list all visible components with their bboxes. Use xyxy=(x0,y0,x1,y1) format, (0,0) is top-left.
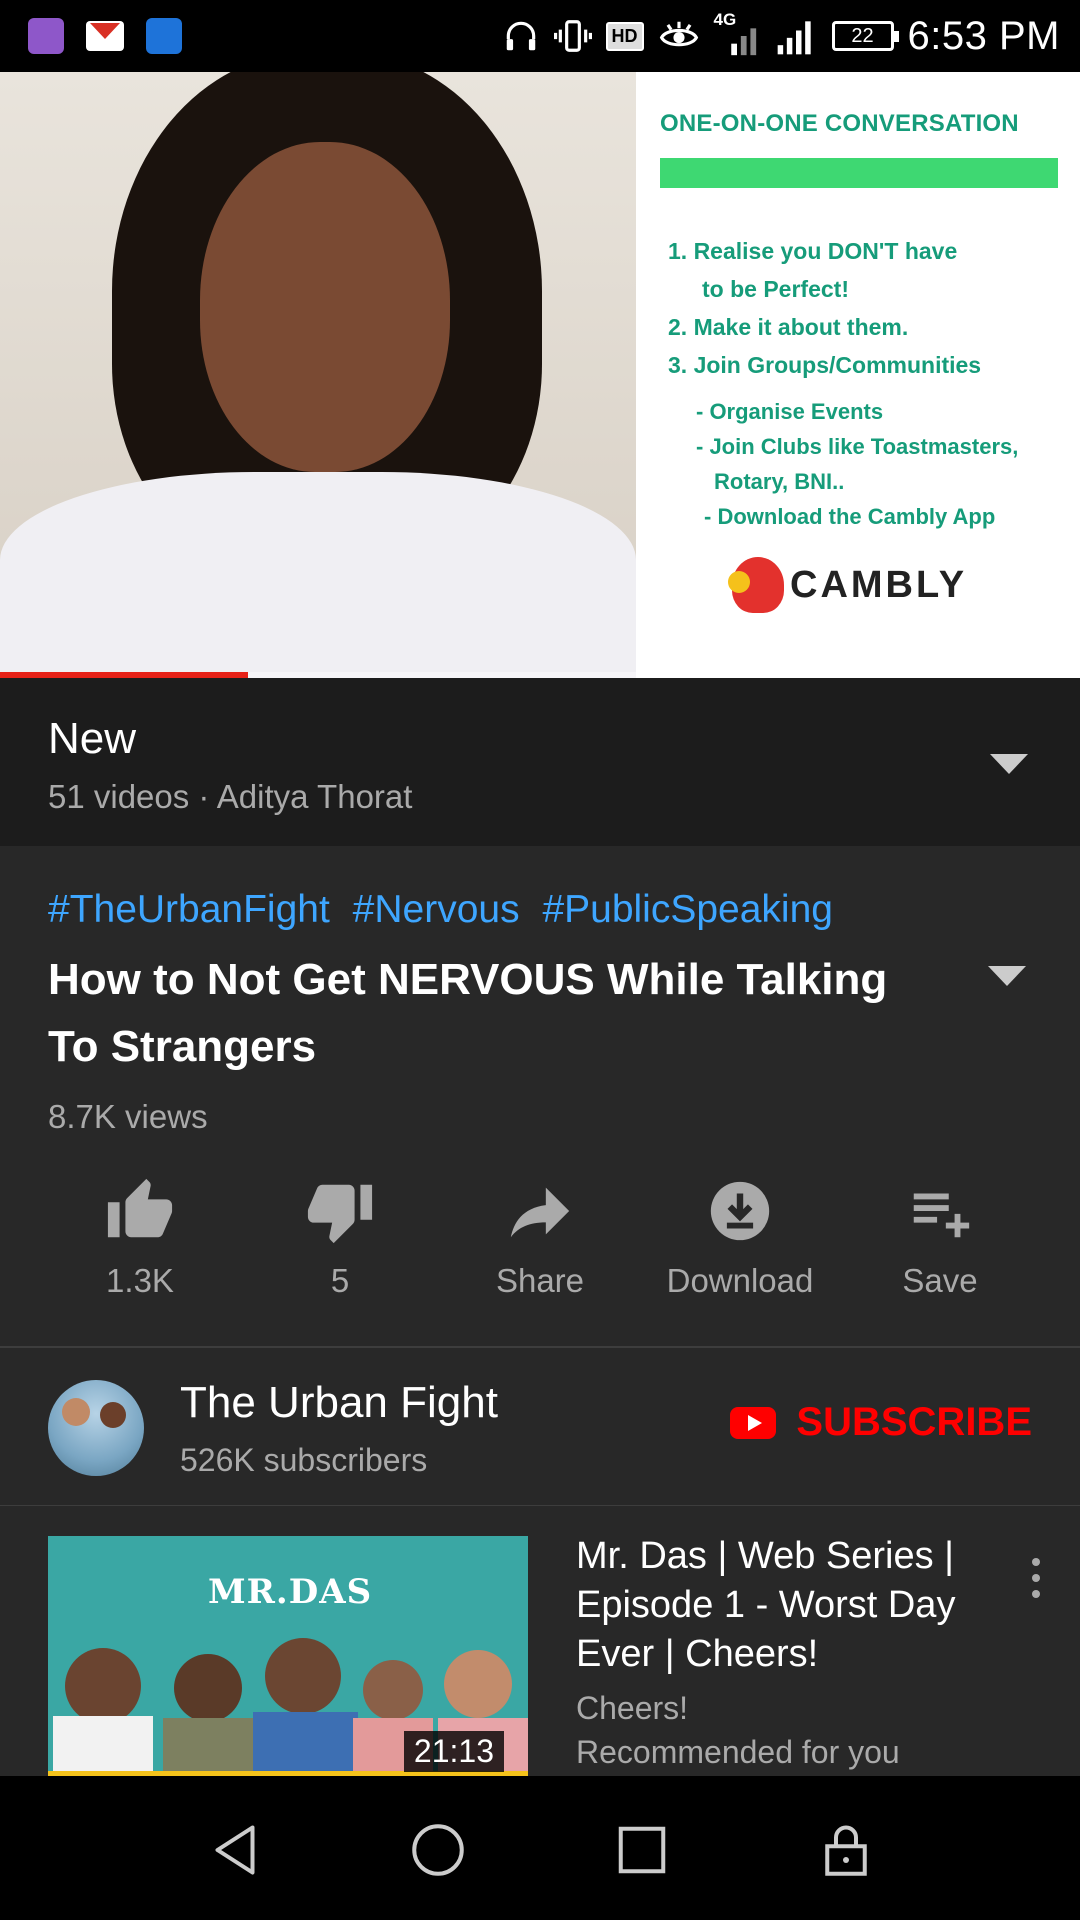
save-button[interactable]: Save xyxy=(840,1176,1040,1300)
share-arrow-icon xyxy=(510,1187,570,1238)
battery-icon: 22 xyxy=(831,21,899,51)
gallery-app-icon xyxy=(28,18,64,54)
slide-bar xyxy=(660,158,1058,188)
slide-subitem: Rotary, BNI.. xyxy=(714,469,845,494)
channel-row[interactable]: The Urban Fight 526K subscribers SUBSCRI… xyxy=(0,1348,1080,1506)
download-icon xyxy=(710,1181,770,1241)
video-thumbnail[interactable]: MR.DAS 21:13 xyxy=(48,1536,528,1776)
playlist-header[interactable]: New 51 videos · Aditya Thorat xyxy=(0,678,1080,846)
hashtag-link[interactable]: #TheUrbanFight xyxy=(48,888,330,931)
slide-item: to be Perfect! xyxy=(702,276,849,302)
status-bar: HD 4G 22 6:53 PM xyxy=(0,0,1080,72)
notification-icons xyxy=(28,18,182,54)
dislike-count: 5 xyxy=(330,1262,350,1299)
vibrate-icon xyxy=(553,20,592,52)
slide-item: 1. Realise you DON'T have xyxy=(668,238,958,264)
video-duration: 21:13 xyxy=(403,1731,504,1772)
view-count: 8.7K views xyxy=(48,1098,208,1135)
slide-subitem: - Join Clubs like Toastmasters, xyxy=(696,434,1019,459)
download-button[interactable]: Download xyxy=(640,1176,840,1300)
recommended-channel: Cheers! xyxy=(576,1690,689,1726)
hashtags: #TheUrbanFight #Nervous #PublicSpeaking xyxy=(48,888,833,932)
slide-title: ONE-ON-ONE CONVERSATION xyxy=(660,110,1019,137)
channel-avatar[interactable] xyxy=(48,1380,144,1476)
hd-badge: HD xyxy=(605,21,644,51)
dislike-button[interactable]: 5 xyxy=(240,1176,440,1300)
cambly-bird-icon xyxy=(728,557,784,613)
system-nav-bar xyxy=(0,1776,1080,1920)
recents-icon[interactable] xyxy=(612,1820,672,1880)
share-label: Share xyxy=(495,1262,585,1299)
status-indicators: HD 4G 22 6:53 PM xyxy=(502,8,1060,64)
slide-item: 2. Make it about them. xyxy=(668,314,909,340)
gmail-icon xyxy=(86,21,124,51)
like-button[interactable]: 1.3K xyxy=(40,1176,240,1300)
recommended-video[interactable]: MR.DAS 21:13 Mr. Das | Web Series | Epis… xyxy=(0,1506,1080,1776)
save-label: Save xyxy=(902,1262,978,1299)
playlist-title: New xyxy=(48,714,137,763)
video-title[interactable]: How to Not Get NERVOUS While Talking To … xyxy=(48,946,948,1080)
youtube-logo-icon xyxy=(730,1406,777,1439)
slide-list: 1. Realise you DON'T have to be Perfect!… xyxy=(668,232,981,384)
playlist-expand-icon[interactable] xyxy=(990,754,1028,774)
action-row: 1.3K 5 Share Download Save xyxy=(40,1176,1040,1300)
subscribe-button[interactable]: SUBSCRIBE xyxy=(730,1400,1032,1445)
back-icon[interactable] xyxy=(205,1820,265,1880)
mobile-data-indicator: 4G xyxy=(714,10,760,60)
lock-icon[interactable] xyxy=(816,1820,876,1880)
hashtag-link[interactable]: #PublicSpeaking xyxy=(542,888,833,931)
playlist-add-icon xyxy=(913,1193,970,1238)
clock: 6:53 PM xyxy=(907,13,1060,58)
recommended-title[interactable]: Mr. Das | Web Series | Episode 1 - Worst… xyxy=(576,1532,996,1679)
cambly-logo: CAMBLY xyxy=(728,557,968,613)
thumbs-down-icon xyxy=(307,1184,373,1244)
thumbs-up-icon xyxy=(107,1178,173,1238)
signal-icon xyxy=(730,28,756,56)
channel-name[interactable]: The Urban Fight xyxy=(180,1378,498,1428)
slide-subitem: - Download the Cambly App xyxy=(704,504,996,529)
blue-app-icon xyxy=(146,18,182,54)
download-label: Download xyxy=(666,1262,814,1299)
playlist-subtitle: 51 videos · Aditya Thorat xyxy=(48,778,413,815)
video-slide: ONE-ON-ONE CONVERSATION 1. Realise you D… xyxy=(636,72,1080,678)
subscriber-count: 526K subscribers xyxy=(180,1442,428,1478)
slide-sublist: - Organise Events - Join Clubs like Toas… xyxy=(696,394,1018,534)
headphones-icon xyxy=(506,21,535,51)
video-frame-speaker xyxy=(0,72,636,678)
video-details: #TheUrbanFight #Nervous #PublicSpeaking … xyxy=(0,846,1080,1348)
recommendation-reason: Recommended for you xyxy=(576,1734,900,1770)
subscribe-label: SUBSCRIBE xyxy=(796,1400,1032,1444)
share-button[interactable]: Share xyxy=(440,1176,640,1300)
signal-strength-icon xyxy=(777,21,811,55)
video-player[interactable]: ONE-ON-ONE CONVERSATION 1. Realise you D… xyxy=(0,72,1080,678)
slide-subitem: - Organise Events xyxy=(696,399,884,424)
description-expand-icon[interactable] xyxy=(988,966,1026,986)
like-count: 1.3K xyxy=(106,1262,174,1299)
slide-item: 3. Join Groups/Communities xyxy=(668,352,982,378)
cambly-wordmark: CAMBLY xyxy=(790,563,968,606)
more-options-icon[interactable] xyxy=(1032,1558,1042,1598)
thumbnail-title-text: MR.DAS xyxy=(208,1572,373,1612)
battery-level: 22 xyxy=(851,24,874,47)
hashtag-link[interactable]: #Nervous xyxy=(353,888,520,931)
eye-icon xyxy=(659,21,698,47)
home-icon[interactable] xyxy=(408,1820,468,1880)
